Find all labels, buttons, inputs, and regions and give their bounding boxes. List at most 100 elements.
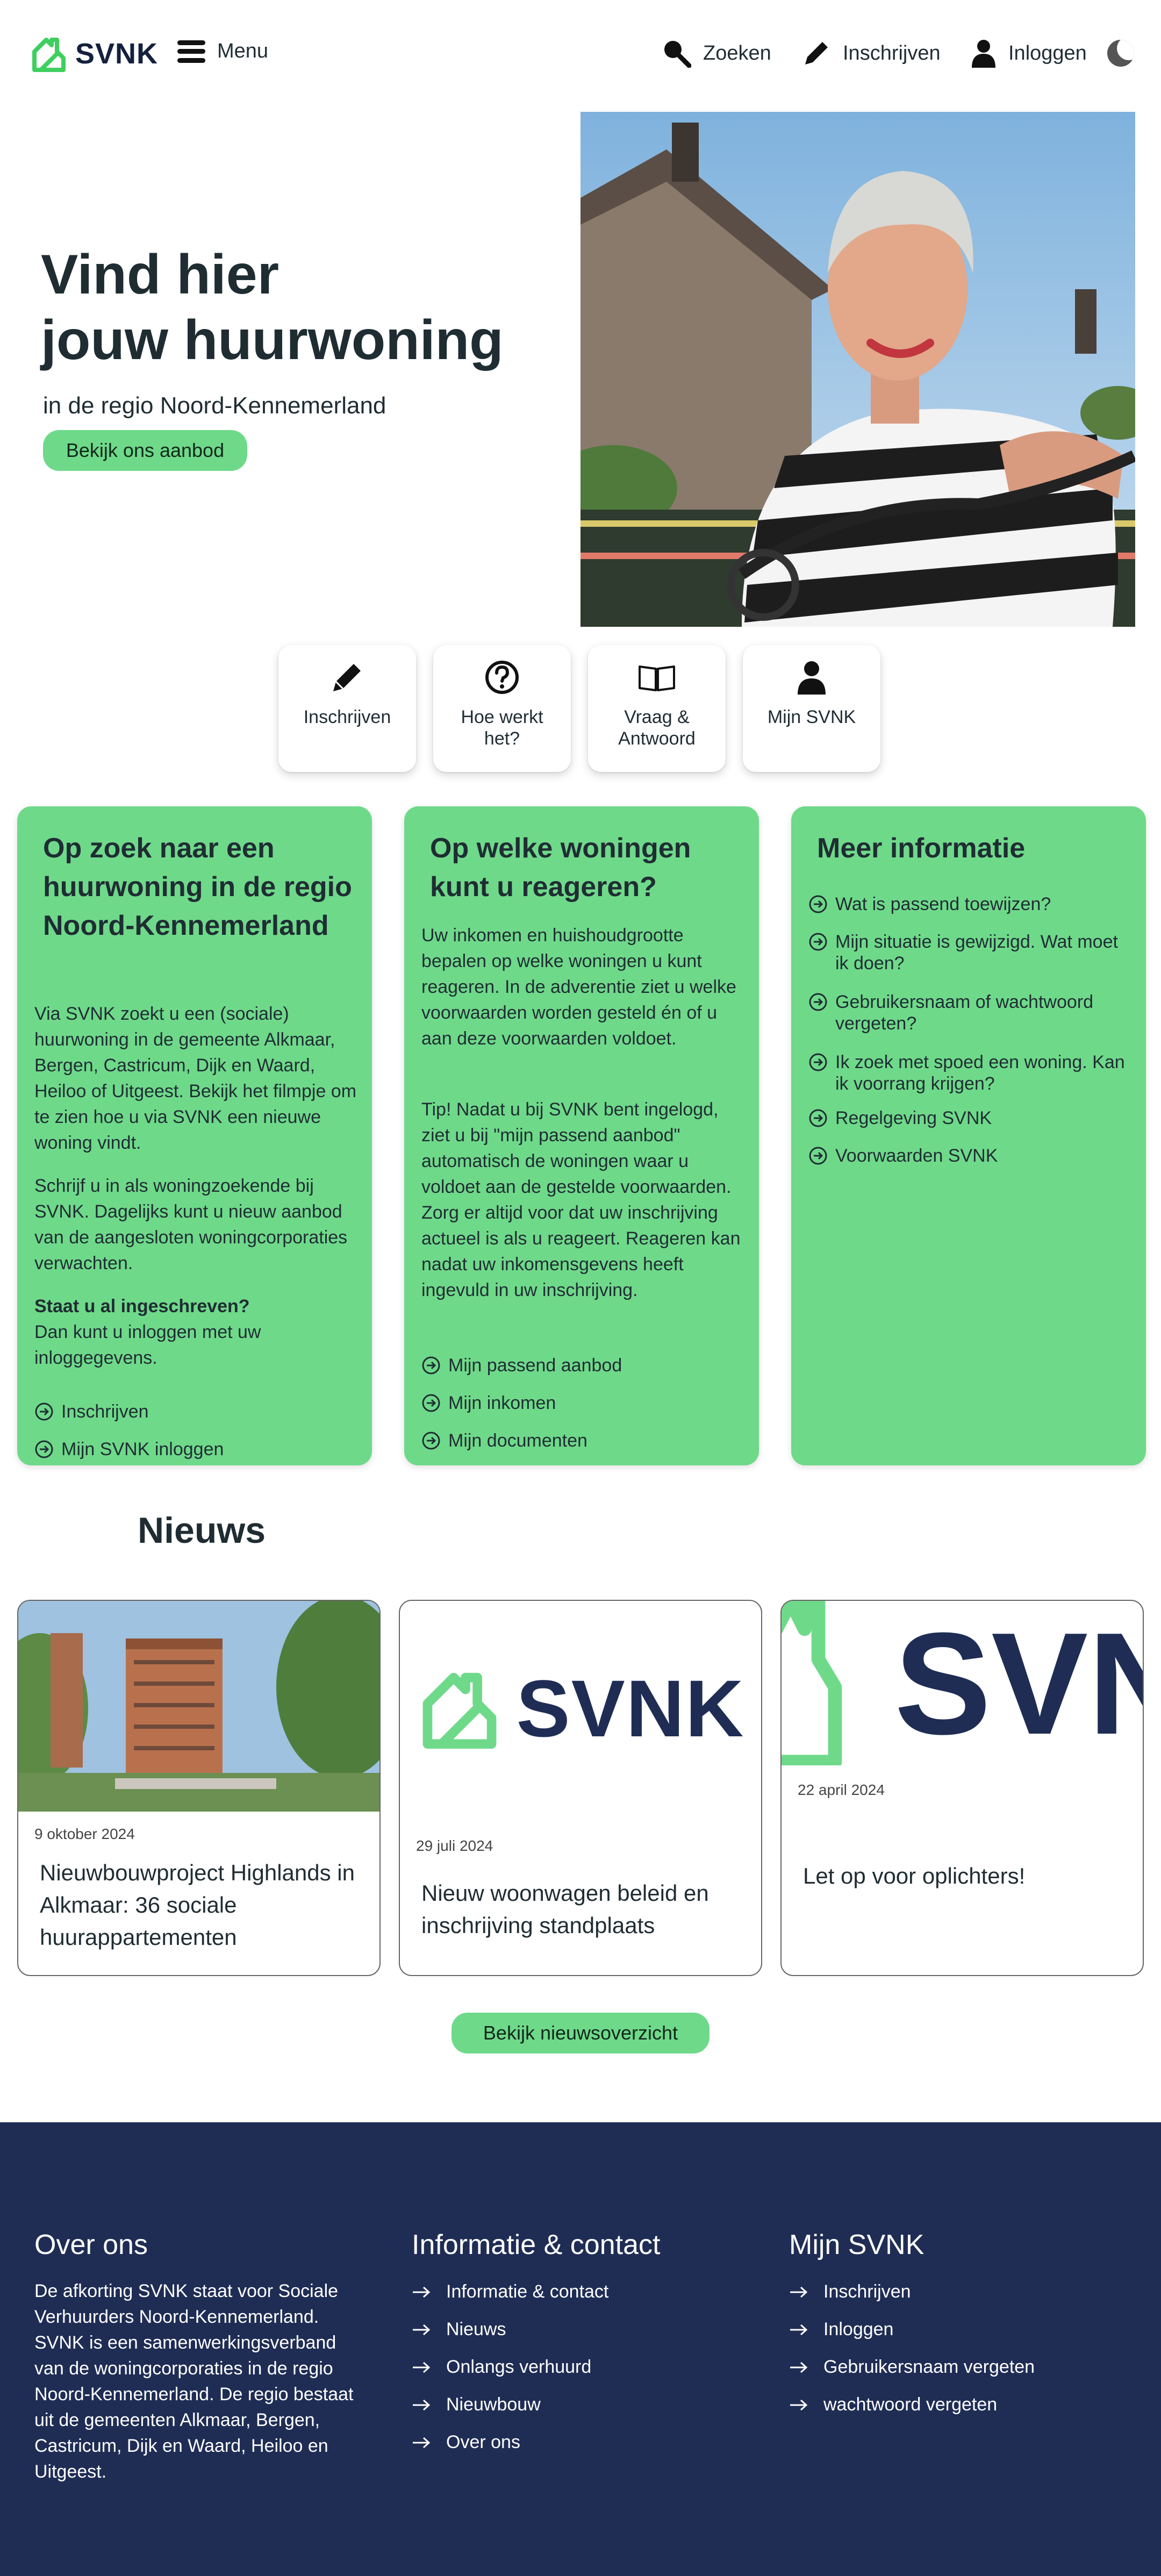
arrow-right-icon <box>413 2362 431 2373</box>
card-search-text-3-body: Dan kunt u inloggen met uw inloggegevens… <box>34 1322 261 1368</box>
house-logo-icon <box>782 1601 842 1765</box>
news-date: 29 juli 2024 <box>416 1837 493 1854</box>
hero-photo <box>580 112 1135 627</box>
house-logo-icon <box>32 38 66 72</box>
arrow-circle-icon <box>809 933 827 951</box>
nav-register[interactable]: Inschrijven <box>802 39 941 68</box>
card-which-homes: Op welke woningen kunt u reageren? Uw in… <box>404 806 759 1465</box>
card-react-link-income[interactable]: Mijn inkomen <box>421 1392 556 1414</box>
footer-about-title: Over ons <box>34 2229 148 2260</box>
news-card[interactable]: SVN 22 april 2024 Let op voor oplichters… <box>780 1600 1144 1976</box>
info-link-conditions[interactable]: Voorwaarden SVNK <box>808 1145 1131 1167</box>
hero-subtitle: in de regio Noord-Kennemerland <box>43 392 386 419</box>
news-date: 22 april 2024 <box>798 1781 885 1798</box>
card-more-info: Meer informatie Wat is passend toewijzen… <box>791 806 1146 1465</box>
menu-button[interactable]: Menu <box>177 40 268 63</box>
news-overview-button[interactable]: Bekijk nieuwsoverzicht <box>452 2013 710 2053</box>
footer-link-recently-rented[interactable]: Onlangs verhuurd <box>412 2357 591 2378</box>
logo-text: SVNK <box>75 38 159 70</box>
card-react-title: Op welke woningen kunt u reageren? <box>430 833 691 903</box>
arrow-right-icon <box>413 2324 431 2335</box>
card-react-link-offer[interactable]: Mijn passend aanbod <box>421 1355 622 1376</box>
user-icon <box>791 657 832 698</box>
footer-link-forgot-username[interactable]: Gebruikersnaam vergeten <box>789 2357 1035 2378</box>
card-search-link-register[interactable]: Inschrijven <box>34 1401 149 1422</box>
card-react-text-2: Tip! Nadat u bij SVNK bent ingelogd, zie… <box>421 1099 741 1300</box>
hero-title: Vind hier jouw huurwoning <box>41 244 504 371</box>
search-icon <box>664 41 691 68</box>
footer-link-login[interactable]: Inloggen <box>789 2319 893 2340</box>
news-card[interactable]: SVNK 29 juli 2024 Nieuw woonwagen beleid… <box>399 1600 762 1976</box>
nav-register-label: Inschrijven <box>843 41 941 65</box>
news-title: Nieuwbouwproject Highlands in Alkmaar: 3… <box>40 1860 355 1950</box>
card-search-text-3-bold: Staat u al ingeschreven? <box>34 1296 250 1316</box>
footer-link-forgot-password[interactable]: wachtwoord vergeten <box>789 2394 997 2415</box>
arrow-circle-icon <box>422 1394 440 1412</box>
user-icon <box>972 40 995 68</box>
svnk-logo[interactable]: SVNK <box>30 35 158 72</box>
info-link-situation[interactable]: Mijn situatie is gewijzigd. Wat moet ik … <box>808 931 1131 974</box>
card-info-title: Meer informatie <box>817 833 1026 864</box>
dark-mode-toggle-icon[interactable] <box>1107 40 1134 67</box>
house-logo-icon <box>422 1672 497 1749</box>
footer-contact-title: Informatie & contact <box>412 2229 661 2260</box>
info-link-urgent[interactable]: Ik zoek met spoed een woning. Kan ik voo… <box>808 1051 1131 1094</box>
tile-my-svnk-label: Mijn SVNK <box>767 707 856 727</box>
news-logo-text: SVNK <box>516 1663 745 1754</box>
news-date: 9 oktober 2024 <box>34 1826 135 1842</box>
tile-how-it-works[interactable]: Hoe werkt het? <box>433 645 571 772</box>
news-title: Nieuw woonwagen beleid en inschrijving s… <box>421 1880 709 1938</box>
footer: Over ons De afkorting SVNK staat voor So… <box>0 2122 1161 2576</box>
arrow-circle-icon <box>35 1440 53 1458</box>
tile-faq-label: Vraag & Antwoord <box>618 707 696 749</box>
nav-search-label: Zoeken <box>703 41 771 65</box>
footer-link-new-construction[interactable]: Nieuwbouw <box>412 2394 541 2415</box>
footer-link-news[interactable]: Nieuws <box>412 2319 506 2340</box>
footer-link-about[interactable]: Over ons <box>412 2432 520 2453</box>
footer-link-contact[interactable]: Informatie & contact <box>412 2281 608 2302</box>
card-react-text-1: Uw inkomen en huishoudgrootte bepalen op… <box>421 925 736 1049</box>
footer-mine-title: Mijn SVNK <box>789 2229 924 2260</box>
info-link-passend[interactable]: Wat is passend toewijzen? <box>808 893 1131 915</box>
arrow-circle-icon <box>809 1109 827 1127</box>
arrow-right-icon <box>413 2437 431 2448</box>
nav-login[interactable]: Inloggen <box>971 39 1087 68</box>
news-heading: Nieuws <box>138 1510 266 1551</box>
arrow-circle-icon <box>809 895 827 913</box>
card-react-link-documents[interactable]: Mijn documenten <box>421 1430 587 1451</box>
news-logo-text: SVN <box>894 1603 1143 1765</box>
arrow-circle-icon <box>422 1432 440 1450</box>
arrow-circle-icon <box>422 1356 440 1375</box>
card-search-text-3: Staat u al ingeschreven? Dan kunt u inlo… <box>34 1293 357 1371</box>
arrow-right-icon <box>413 2286 431 2298</box>
card-search-text-1: Via SVNK zoekt u een (sociale) huurwonin… <box>34 1004 357 1153</box>
arrow-right-icon <box>790 2286 808 2298</box>
svnk-logo-image-cropped: SVN <box>782 1601 1143 1765</box>
card-search-title: Op zoek naar een huurwoning in de regio … <box>43 833 352 941</box>
card-search-text-2: Schrijf u in als woningzoekende bij SVNK… <box>34 1176 348 1273</box>
menu-label: Menu <box>217 40 269 62</box>
pencil-icon <box>327 657 368 698</box>
news-card[interactable]: 9 oktober 2024 Nieuwbouwproject Highland… <box>17 1600 381 1976</box>
info-link-forgot[interactable]: Gebruikersnaam of wachtwoord vergeten? <box>808 991 1131 1034</box>
card-search-link-login[interactable]: Mijn SVNK inloggen <box>34 1439 224 1460</box>
hamburger-icon <box>177 40 205 63</box>
nav-search[interactable]: Zoeken <box>662 39 771 68</box>
arrow-circle-icon <box>35 1403 53 1421</box>
card-search-home: Op zoek naar een huurwoning in de regio … <box>17 806 372 1465</box>
tile-register-label: Inschrijven <box>303 707 391 727</box>
footer-about-text: De afkorting SVNK staat voor Sociale Ver… <box>34 2281 354 2482</box>
view-offer-button[interactable]: Bekijk ons aanbod <box>43 430 247 471</box>
pencil-icon <box>805 42 828 65</box>
arrow-circle-icon <box>809 1053 827 1071</box>
tile-faq[interactable]: Vraag & Antwoord <box>588 645 726 772</box>
tile-my-svnk[interactable]: Mijn SVNK <box>743 645 880 772</box>
arrow-right-icon <box>413 2399 431 2410</box>
svnk-logo-image: SVNK <box>400 1601 761 1816</box>
footer-link-register[interactable]: Inschrijven <box>789 2281 911 2302</box>
arrow-circle-icon <box>809 993 827 1011</box>
info-link-rules[interactable]: Regelgeving SVNK <box>808 1107 1131 1129</box>
tile-register[interactable]: Inschrijven <box>278 645 416 772</box>
news-title: Let op voor oplichters! <box>803 1863 1026 1888</box>
question-circle-icon <box>482 657 522 698</box>
